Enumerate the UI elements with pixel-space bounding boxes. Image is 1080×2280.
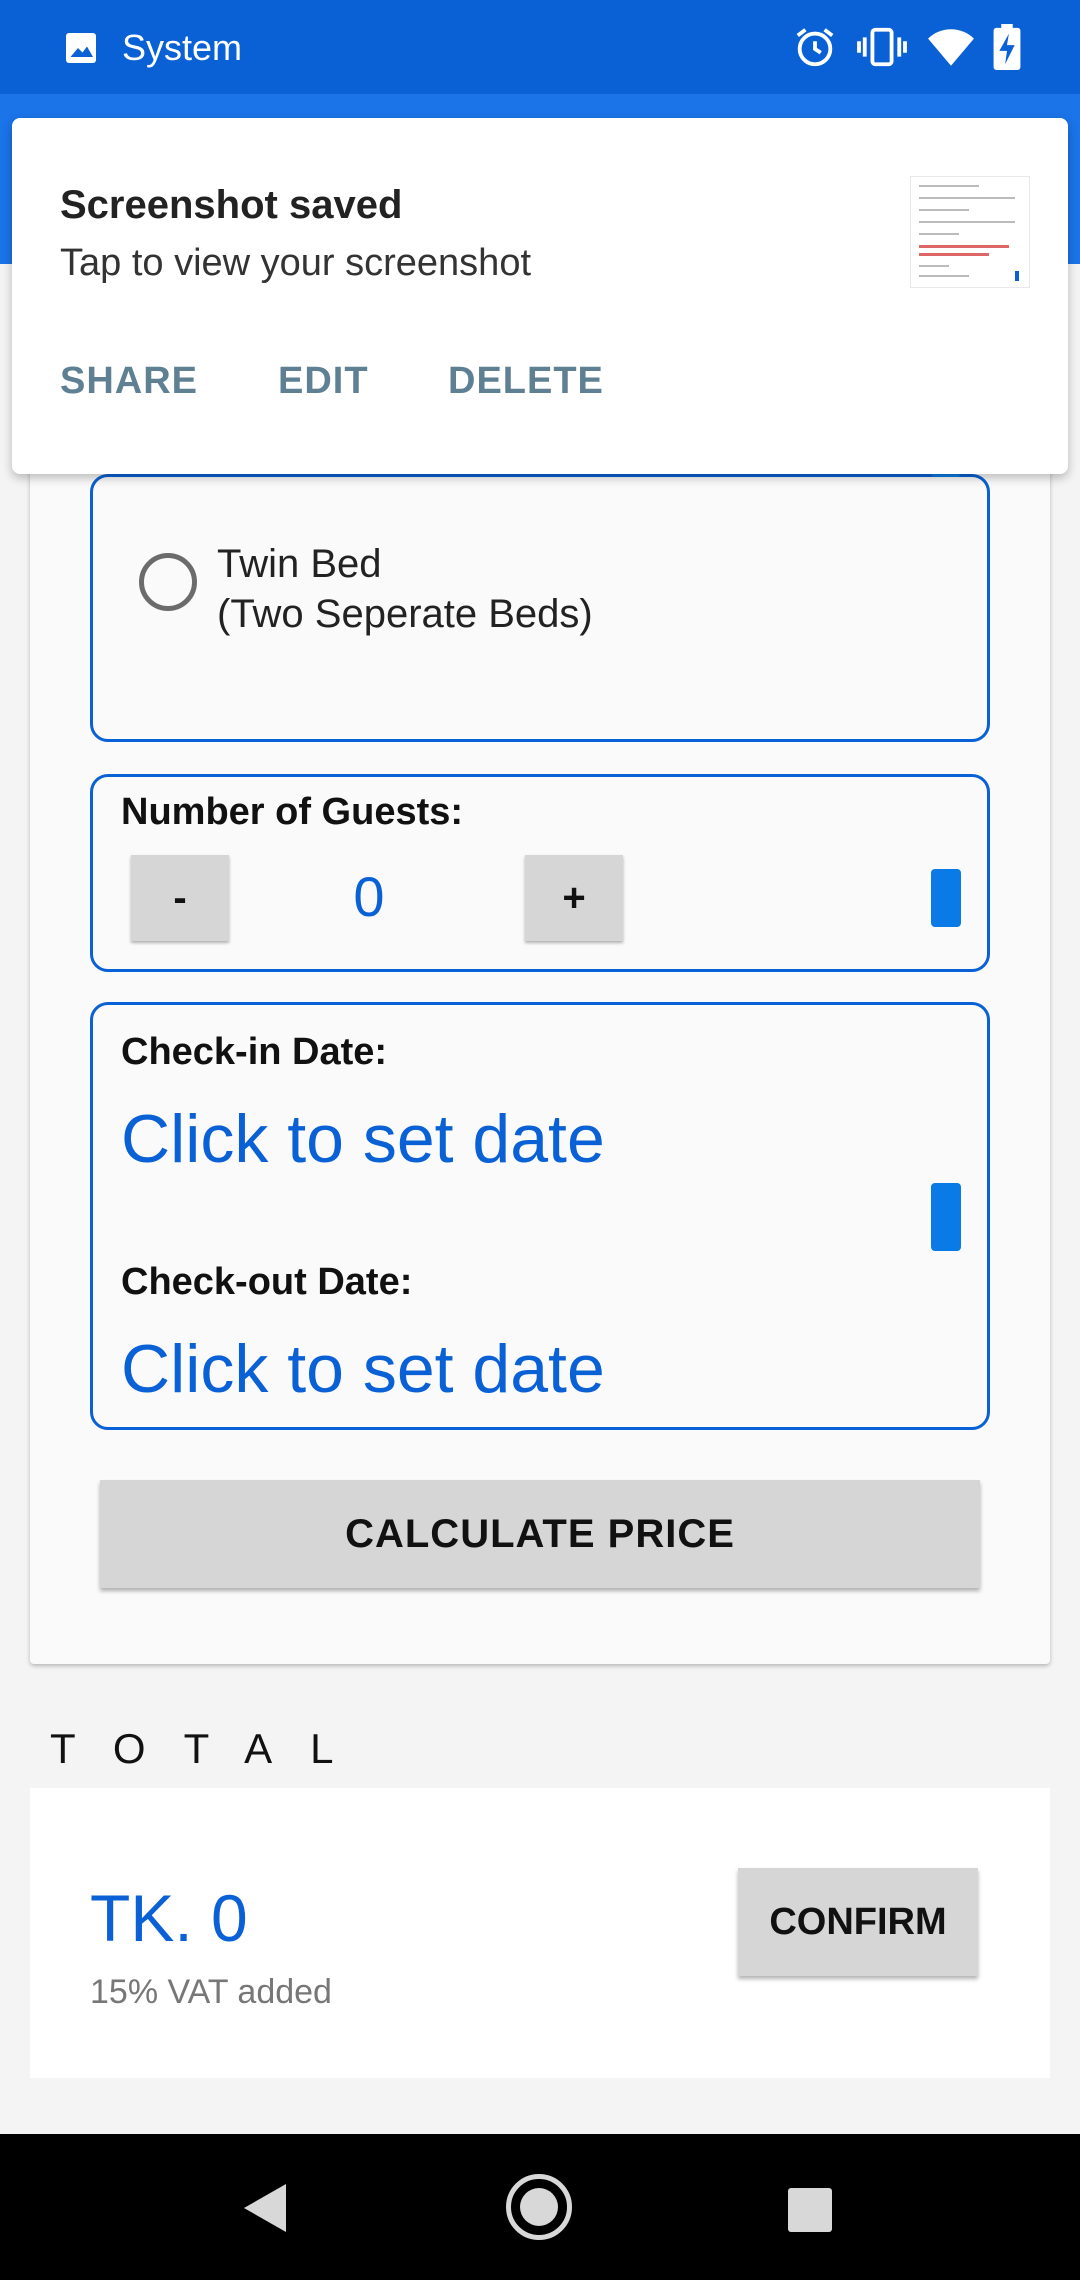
delete-button[interactable]: DELETE [448,358,604,404]
screenshot-notification[interactable]: Screenshot saved Tap to view your screen… [12,118,1068,474]
alarm-icon [796,28,834,67]
total-card: TK. 0 15% VAT added CONFIRM [30,1788,1050,2078]
checkin-label: Check-in Date: [121,1031,388,1073]
vat-note: 15% VAT added [90,1973,332,2011]
navigation-bar [0,2134,1080,2280]
recents-icon[interactable] [788,2188,832,2232]
status-bar-title: System [122,27,243,68]
vibrate-icon [857,27,907,67]
calculate-price-button[interactable]: CALCULATE PRICE [100,1480,980,1588]
image-icon [66,33,96,63]
notification-title: Screenshot saved [60,183,403,227]
guests-box: Number of Guests: - 0 + [90,774,990,972]
twin-bed-label-line2: (Two Seperate Beds) [217,592,593,636]
notification-subtitle: Tap to view your screenshot [60,242,532,284]
confirm-button[interactable]: CONFIRM [738,1868,978,1976]
total-amount: TK. 0 [90,1881,248,1955]
twin-bed-label-line1: Twin Bed [217,542,382,586]
status-bar: System [0,0,1080,94]
increment-guests-button[interactable]: + [525,855,623,941]
wifi-icon [928,29,974,66]
twin-bed-radio[interactable] [139,553,197,611]
guests-label: Number of Guests: [121,791,464,833]
back-icon[interactable] [244,2184,286,2232]
decrement-guests-button[interactable]: - [131,855,229,941]
edit-button[interactable]: EDIT [278,358,369,404]
checkout-date-picker[interactable]: Click to set date [121,1329,605,1409]
twin-bed-label[interactable]: Twin Bed (Two Seperate Beds) [217,539,593,639]
checkout-label: Check-out Date: [121,1261,413,1303]
bed-type-box: Twin Bed (Two Seperate Beds) [90,457,990,742]
battery-charging-icon [993,24,1021,70]
guests-count: 0 [353,865,385,928]
home-icon[interactable] [506,2174,572,2240]
total-heading: TOTAL [50,1725,372,1772]
scroll-indicator [931,1183,961,1251]
screenshot-thumbnail[interactable] [910,176,1030,288]
share-button[interactable]: SHARE [60,358,198,404]
dates-box: Check-in Date: Click to set date Check-o… [90,1002,990,1430]
checkin-date-picker[interactable]: Click to set date [121,1099,605,1179]
scroll-indicator [931,869,961,927]
